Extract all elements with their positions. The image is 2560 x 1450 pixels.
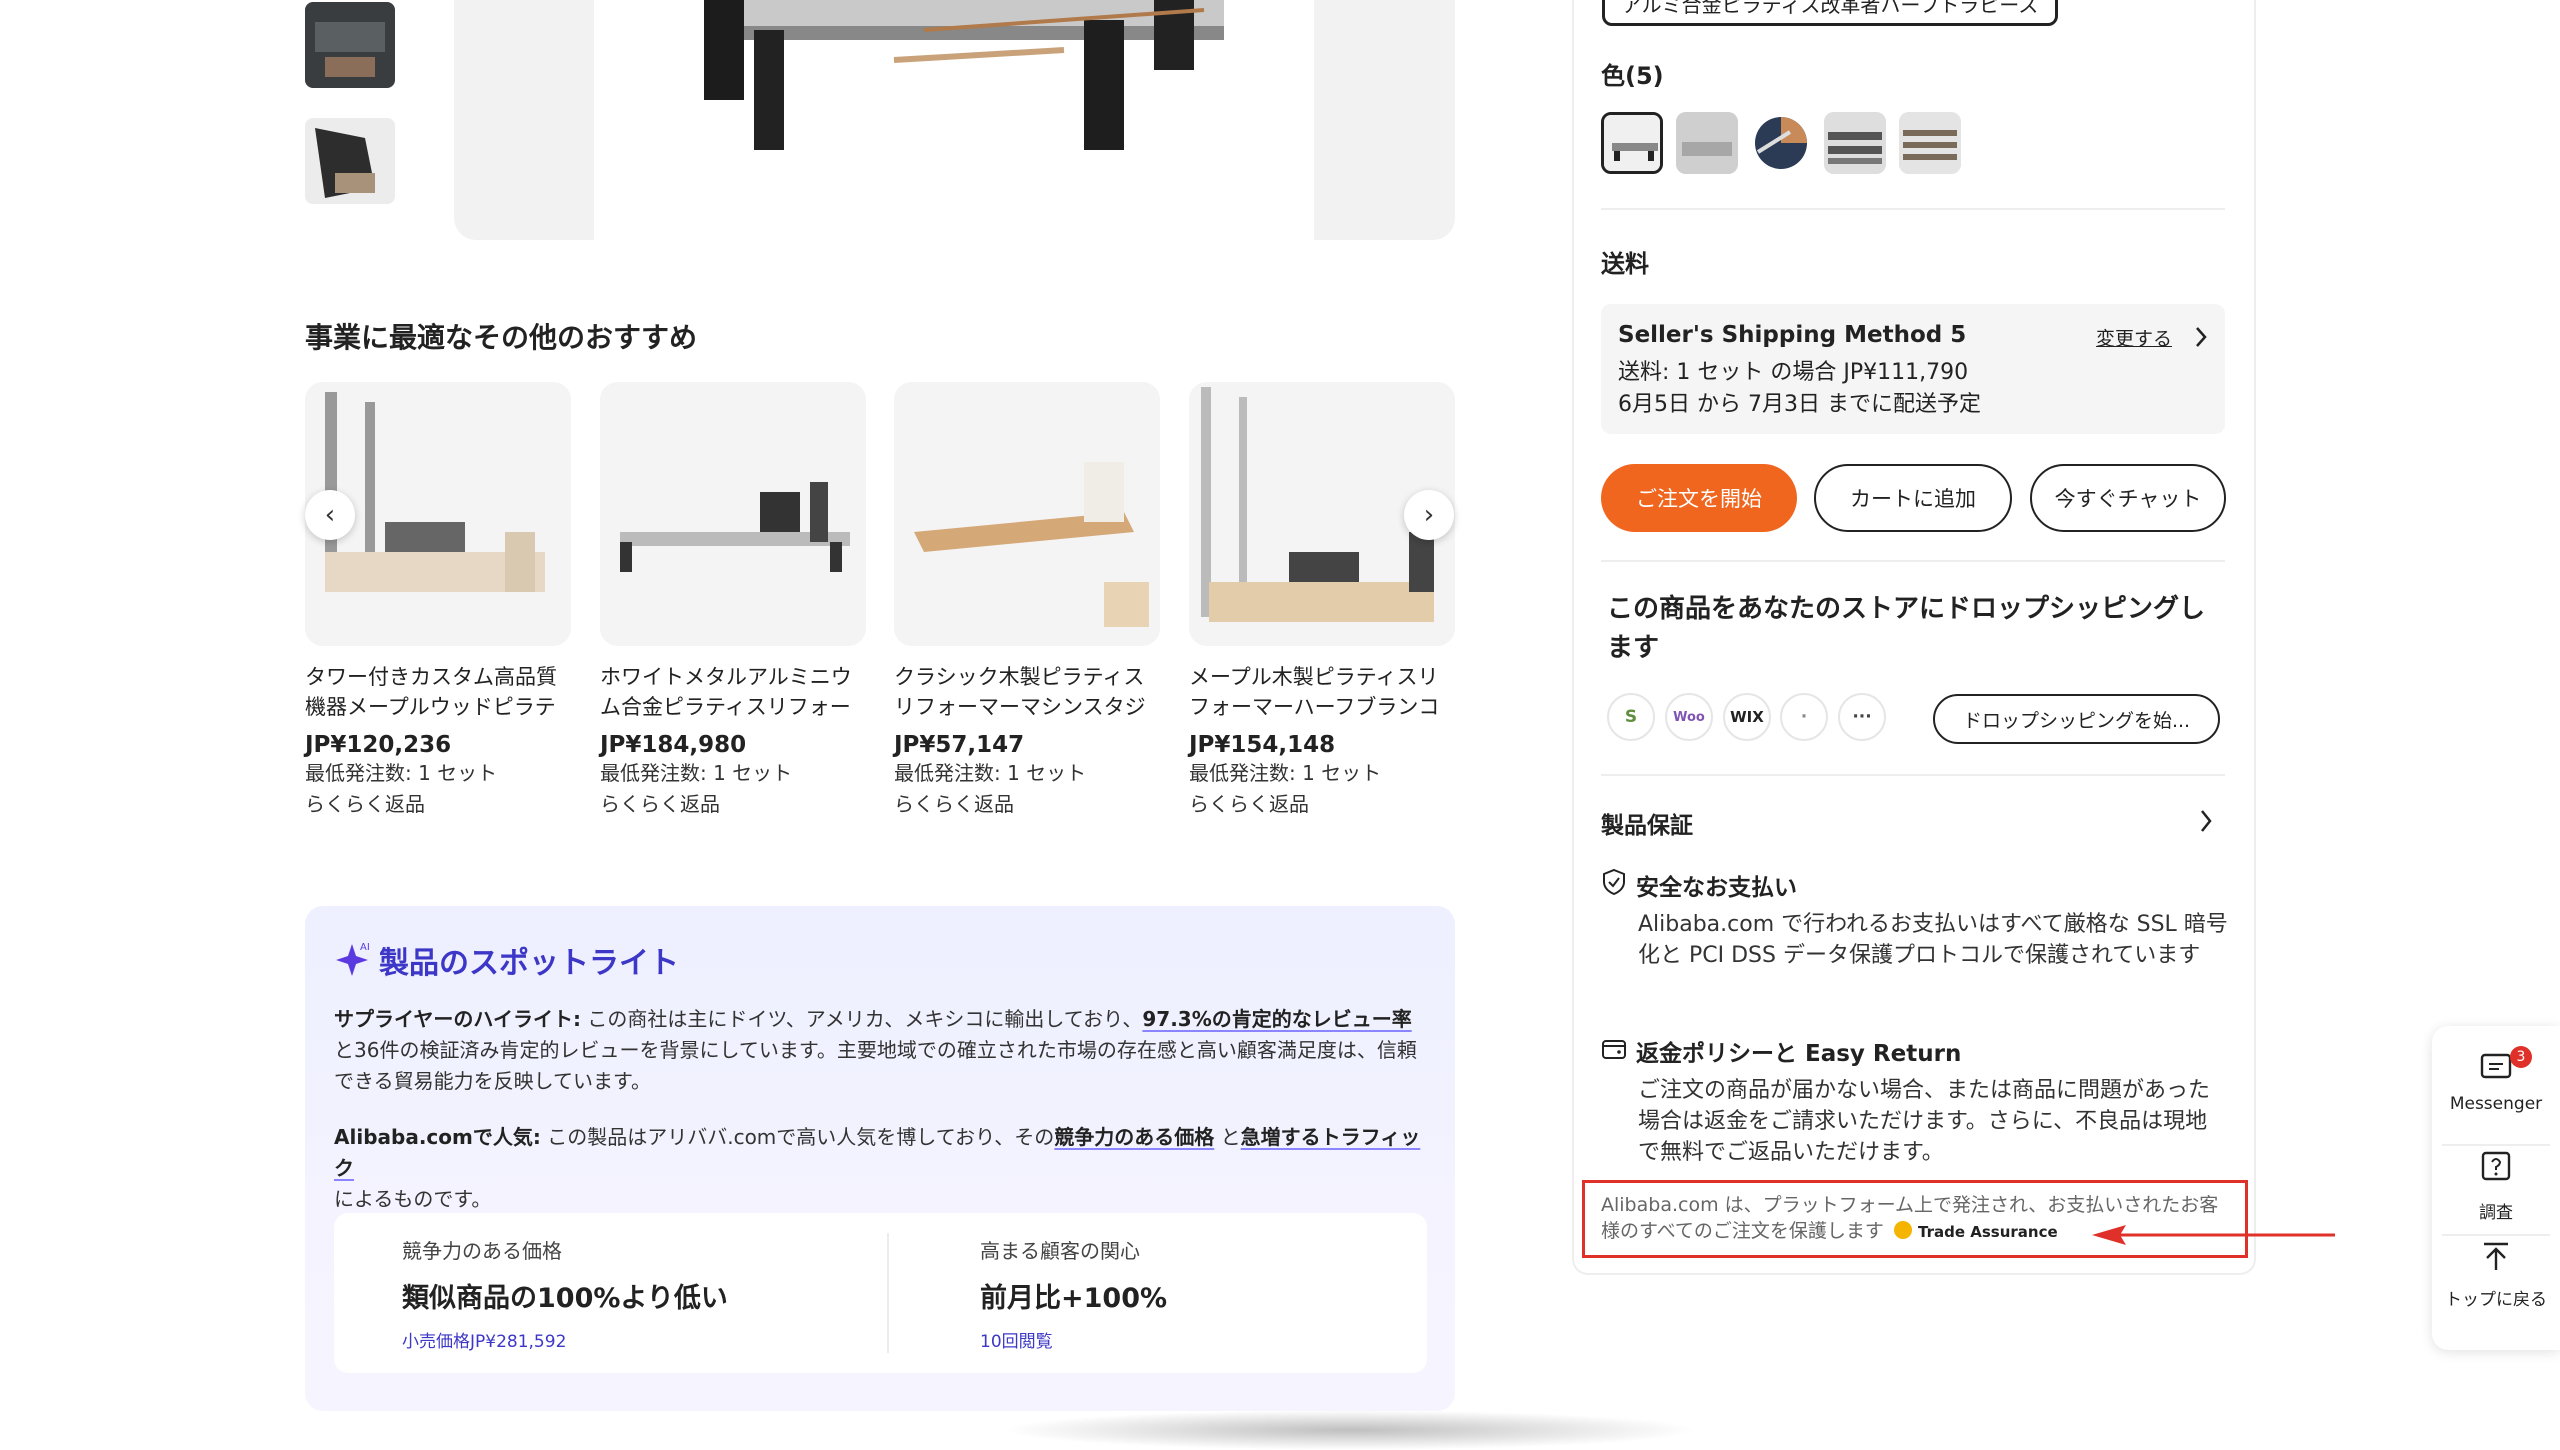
product-returns: らくらく返品 xyxy=(600,792,720,816)
stat-interest: 高まる顧客の関心 前月比+100% 10回閲覧 xyxy=(980,1239,1168,1352)
refund-policy-title: 返金ポリシーと Easy Return xyxy=(1636,1041,1962,1067)
recommendation-card[interactable]: タワー付きカスタム高品質機器メープルウッドピラティ... JP¥120,236 … xyxy=(305,382,571,820)
product-spotlight: AI 製品のスポットライト サプライヤーのハイライト: この商社は主にドイツ、ア… xyxy=(305,906,1455,1411)
delivery-estimate: 6月5日 から 7月3日 までに配送予定 xyxy=(1618,392,1981,417)
recommendation-card[interactable]: ホワイトメタルアルミニウム合金ピラティスリフォーマ... JP¥184,980 … xyxy=(600,382,866,820)
carousel-prev-button[interactable]: ‹ xyxy=(305,490,355,540)
svg-text:AI: AI xyxy=(360,942,370,953)
wix-icon[interactable]: WIX xyxy=(1723,693,1771,741)
woocommerce-icon[interactable]: Woo xyxy=(1665,693,1713,741)
safe-payment-title: 安全なお支払い xyxy=(1636,875,1797,901)
product-name[interactable]: ホワイトメタルアルミニウム合金ピラティスリフォーマ... xyxy=(600,662,866,722)
survey-icon[interactable] xyxy=(2480,1150,2512,1184)
more-platforms-icon[interactable]: ··· xyxy=(1838,693,1886,741)
messenger-icon[interactable] xyxy=(2480,1052,2514,1084)
product-price: JP¥154,148 xyxy=(1189,732,1336,758)
message-count-badge: 3 xyxy=(2510,1046,2532,1068)
color-swatch-selected[interactable] xyxy=(1601,112,1663,174)
color-swatch[interactable] xyxy=(1750,112,1812,174)
product-returns: らくらく返品 xyxy=(305,792,425,816)
shopify-icon[interactable]: S xyxy=(1607,693,1655,741)
shipping-label: 送料 xyxy=(1601,250,1649,278)
product-price: JP¥57,147 xyxy=(894,732,1025,758)
gallery-thumbnail[interactable] xyxy=(305,2,395,88)
product-moq: 最低発注数: 1 セット xyxy=(894,761,1087,785)
divider xyxy=(1601,208,2225,210)
product-name[interactable]: メープル木製ピラティスリフォーマーハーフブランコヴ... xyxy=(1189,662,1455,722)
shipping-box: Seller's Shipping Method 5 変更する 送料: 1 セッ… xyxy=(1601,304,2225,434)
stat-divider xyxy=(887,1233,889,1353)
carousel-next-button[interactable]: › xyxy=(1404,490,1454,540)
selected-variant[interactable]: アルミ合金ピラティス改革者ハーフトラピース xyxy=(1602,0,2058,26)
product-moq: 最低発注数: 1 セット xyxy=(600,761,793,785)
divider xyxy=(1601,560,2225,562)
messenger-label[interactable]: Messenger xyxy=(2432,1094,2560,1114)
survey-label[interactable]: 調査 xyxy=(2432,1198,2560,1223)
gallery-thumbnail[interactable] xyxy=(305,118,395,204)
chevron-right-icon[interactable] xyxy=(2198,808,2214,834)
product-image[interactable] xyxy=(894,382,1160,646)
shipping-cost: 送料: 1 セット の場合 JP¥111,790 xyxy=(1618,360,1969,385)
product-moq: 最低発注数: 1 セット xyxy=(305,761,498,785)
recommendations-title: 事業に最適なその他のおすすめ xyxy=(305,321,698,354)
safe-payment-text: Alibaba.com で行われるお支払いはすべて厳格な SSL 暗号化と PC… xyxy=(1638,912,2228,968)
product-moq: 最低発注数: 1 セット xyxy=(1189,761,1382,785)
color-swatch[interactable] xyxy=(1676,112,1738,174)
change-shipping-link[interactable]: 変更する xyxy=(2096,324,2172,351)
trade-assurance-icon xyxy=(1893,1221,1912,1239)
bigcommerce-icon[interactable]: · xyxy=(1780,693,1828,741)
product-returns: らくらく返品 xyxy=(894,792,1014,816)
product-name[interactable]: クラシック木製ピラティスリフォーマーマシンスタジオ... xyxy=(894,662,1160,722)
chevron-right-icon[interactable] xyxy=(2193,325,2209,349)
product-image[interactable] xyxy=(600,382,866,646)
annotation-arrow xyxy=(2092,1225,2335,1245)
product-name[interactable]: タワー付きカスタム高品質機器メープルウッドピラティ... xyxy=(305,662,571,722)
divider xyxy=(1601,774,2225,776)
main-image xyxy=(594,0,1314,240)
start-dropshipping-button[interactable]: ドロップシッピングを始... xyxy=(1933,694,2220,744)
product-price: JP¥120,236 xyxy=(305,732,452,758)
shipping-method: Seller's Shipping Method 5 xyxy=(1618,322,1967,348)
back-to-top-icon[interactable] xyxy=(2480,1240,2512,1274)
floating-sidebar: 3 Messenger 調査 トップに戻る xyxy=(2432,1026,2560,1350)
back-to-top-label[interactable]: トップに戻る xyxy=(2442,1288,2550,1312)
shield-check-icon xyxy=(1603,868,1625,896)
divider xyxy=(2442,1234,2550,1236)
recommendation-card[interactable]: クラシック木製ピラティスリフォーマーマシンスタジオ... JP¥57,147 最… xyxy=(894,382,1160,820)
popular-highlight: Alibaba.comで人気: この製品はアリババ.comで高い人気を博しており… xyxy=(334,1125,1421,1211)
product-returns: らくらく返品 xyxy=(1189,792,1309,816)
start-order-button[interactable]: ご注文を開始 xyxy=(1601,464,1797,532)
spotlight-stats: 競争力のある価格 類似商品の100%より低い 小売価格JP¥281,592 高ま… xyxy=(334,1213,1427,1373)
add-to-cart-button[interactable]: カートに追加 xyxy=(1814,464,2012,532)
recommendation-card[interactable]: メープル木製ピラティスリフォーマーハーフブランコヴ... JP¥154,148 … xyxy=(1189,382,1455,820)
product-price: JP¥184,980 xyxy=(600,732,747,758)
color-swatch[interactable] xyxy=(1824,112,1886,174)
chat-now-button[interactable]: 今すぐチャット xyxy=(2030,464,2226,532)
window-shadow xyxy=(1000,1410,1700,1450)
color-swatch[interactable] xyxy=(1899,112,1961,174)
stat-price: 競争力のある価格 類似商品の100%より低い 小売価格JP¥281,592 xyxy=(402,1239,728,1352)
dropship-title: この商品をあなたのストアにドロップシッピングします xyxy=(1607,594,2206,663)
ai-sparkle-icon: AI xyxy=(336,942,370,976)
guarantee-title[interactable]: 製品保証 xyxy=(1601,806,1693,840)
color-label: 色(5) xyxy=(1601,62,1664,90)
supplier-highlight: サプライヤーのハイライト: この商社は主にドイツ、アメリカ、メキシコに輸出してお… xyxy=(334,1007,1417,1093)
refund-policy-text: ご注文の商品が届かない場合、または商品に問題があった場合は返金をご請求いただけま… xyxy=(1638,1078,2211,1165)
divider xyxy=(2442,1144,2550,1146)
spotlight-title: 製品のスポットライト xyxy=(379,946,679,981)
wallet-icon xyxy=(1602,1040,1626,1059)
trade-assurance-badge: Trade Assurance xyxy=(1918,1223,2058,1241)
